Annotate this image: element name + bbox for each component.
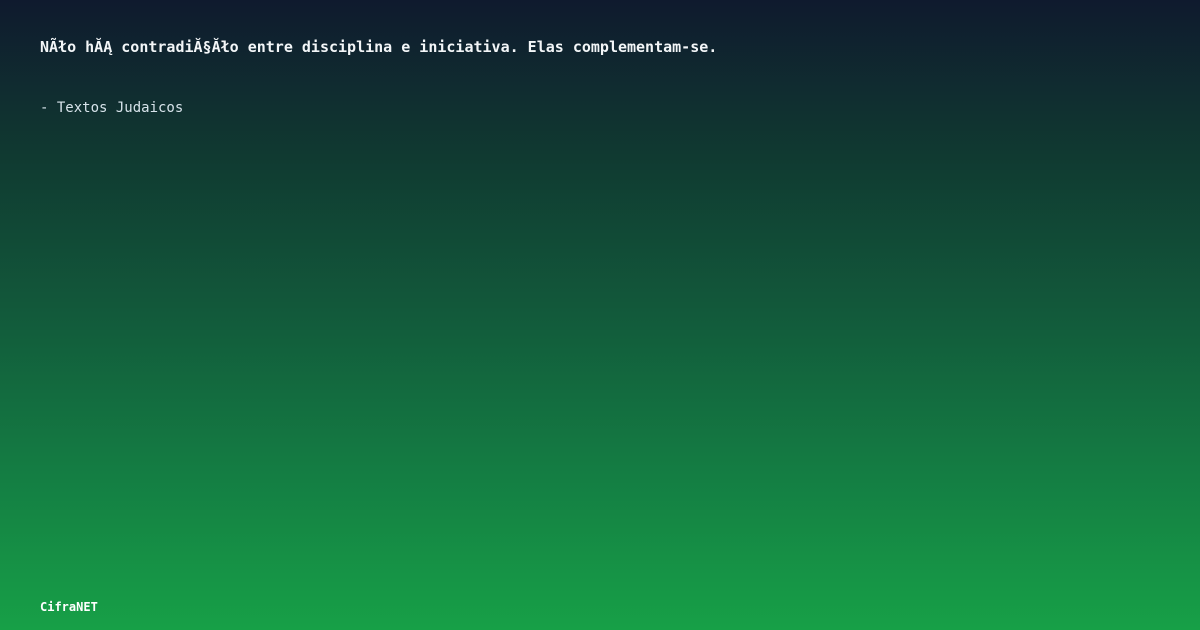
quote-card: NÃło hĂĄ contradiĂ§Ăło entre disciplina …: [0, 0, 1200, 630]
quote-text: NÃło hĂĄ contradiĂ§Ăło entre disciplina …: [40, 38, 718, 56]
brand-name: CifraNET: [40, 600, 98, 614]
quote-author: - Textos Judaicos: [40, 100, 184, 116]
